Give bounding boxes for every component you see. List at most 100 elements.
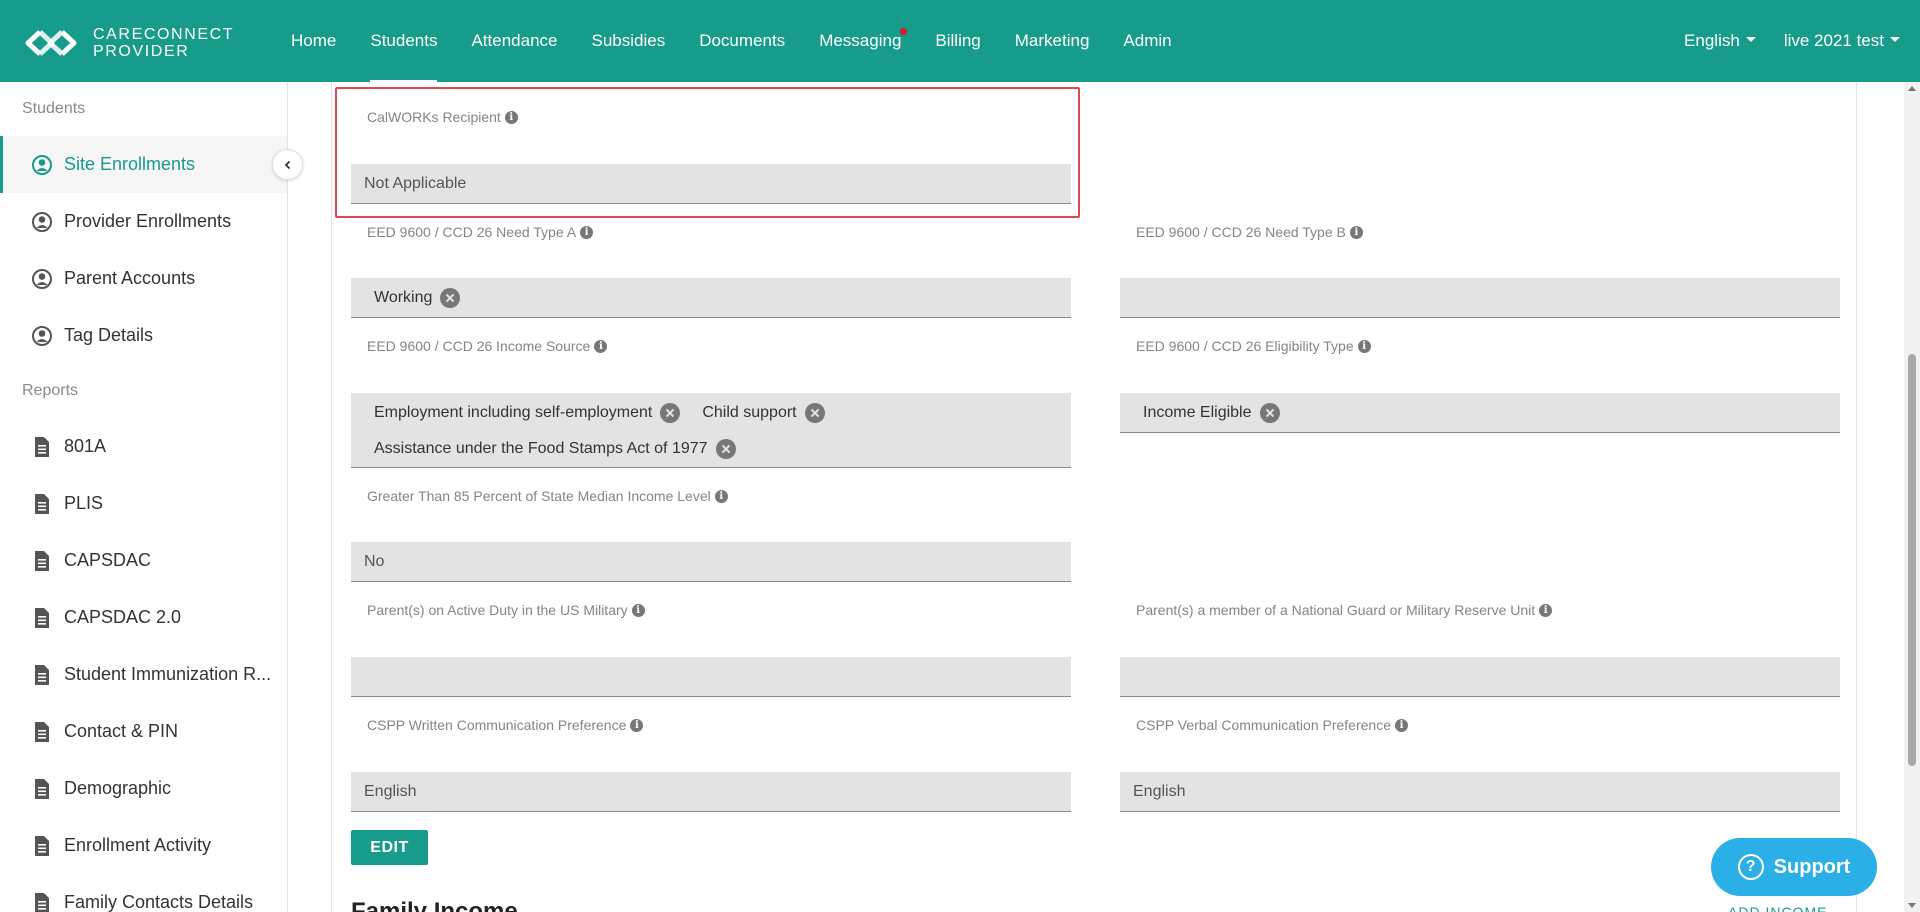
unread-indicator-dot bbox=[900, 28, 908, 35]
info-icon[interactable]: i bbox=[1357, 339, 1371, 353]
info-icon[interactable]: i bbox=[504, 110, 518, 124]
sidebar-item-label: Site Enrollments bbox=[64, 154, 196, 174]
scroll-thumb[interactable] bbox=[1908, 354, 1916, 766]
active-duty-field[interactable] bbox=[351, 657, 1071, 697]
sidebar-item-label: Parent Accounts bbox=[64, 268, 196, 288]
need-type-b-label: EED 9600 / CCD 26 Need Type Bi bbox=[1136, 224, 1363, 240]
language-label: English bbox=[1684, 31, 1740, 50]
document-icon bbox=[35, 664, 49, 685]
scroll-down-arrow-icon[interactable] bbox=[1908, 903, 1916, 908]
document-icon bbox=[35, 550, 49, 571]
caret-down-icon bbox=[1890, 36, 1900, 42]
sidebar-item-label: Student Immunization R... bbox=[64, 664, 272, 684]
remove-chip-icon[interactable] bbox=[715, 439, 736, 459]
sidebar-item-site-enrollments[interactable]: Site Enrollments bbox=[0, 136, 287, 193]
document-icon bbox=[35, 835, 49, 856]
support-button[interactable]: ? Support bbox=[1711, 838, 1877, 896]
chip: Employment including self-employment bbox=[374, 403, 681, 423]
scroll-up-arrow-icon[interactable] bbox=[1908, 86, 1916, 91]
document-icon bbox=[35, 436, 49, 457]
document-icon bbox=[35, 607, 49, 628]
info-icon[interactable]: i bbox=[1394, 718, 1408, 732]
nav-admin[interactable]: Admin bbox=[1106, 0, 1188, 82]
remove-chip-icon[interactable] bbox=[440, 288, 461, 308]
eligibility-type-label: EED 9600 / CCD 26 Eligibility Type i bbox=[1136, 338, 1371, 354]
document-icon bbox=[35, 892, 49, 912]
main-nav: Home Students Attendance Subsidies Docum… bbox=[274, 0, 1189, 82]
nav-marketing[interactable]: Marketing bbox=[998, 0, 1107, 82]
sidebar-item-contact-pin[interactable]: Contact & PIN bbox=[0, 703, 287, 760]
account-dropdown[interactable]: live 2021 test bbox=[1784, 31, 1900, 51]
sidebar-item-label: Tag Details bbox=[64, 325, 154, 345]
smi-field[interactable]: No bbox=[351, 542, 1071, 582]
user-circle-icon bbox=[32, 211, 52, 232]
sidebar-item-label: CAPSDAC bbox=[64, 550, 152, 570]
info-icon[interactable]: i bbox=[1349, 225, 1363, 239]
income-source-label: EED 9600 / CCD 26 Income Source i bbox=[367, 338, 608, 354]
info-icon[interactable]: i bbox=[580, 225, 594, 239]
page-scrollbar[interactable] bbox=[1904, 82, 1920, 912]
sidebar-item-plis[interactable]: PLIS bbox=[0, 475, 287, 532]
sidebar-item-capsdac[interactable]: CAPSDAC bbox=[0, 532, 287, 589]
income-source-field[interactable]: Employment including self-employment Chi… bbox=[351, 393, 1071, 468]
active-duty-label: Parent(s) on Active Duty in the US Milit… bbox=[367, 602, 645, 618]
need-type-a-label: EED 9600 / CCD 26 Need Type Ai bbox=[367, 224, 594, 240]
sidebar-item-label: Demographic bbox=[64, 778, 172, 798]
remove-chip-icon[interactable] bbox=[804, 403, 825, 423]
info-icon[interactable]: i bbox=[714, 489, 728, 503]
document-icon bbox=[35, 721, 49, 742]
sidebar-item-label: Provider Enrollments bbox=[64, 211, 232, 231]
sidebar-item-label: Contact & PIN bbox=[64, 721, 179, 741]
eligibility-type-field[interactable]: Income Eligible bbox=[1120, 393, 1840, 433]
smi-value: No bbox=[364, 552, 385, 570]
verbal-pref-value: English bbox=[1133, 782, 1186, 800]
calworks-label: CalWORKs Recipient i bbox=[367, 109, 518, 125]
verbal-pref-field[interactable]: English bbox=[1120, 772, 1840, 812]
sidebar-item-tag-details[interactable]: Tag Details bbox=[0, 307, 287, 364]
sidebar-item-label: 801A bbox=[64, 436, 107, 456]
nav-messaging[interactable]: Messaging bbox=[802, 0, 918, 82]
national-guard-field[interactable] bbox=[1120, 657, 1840, 697]
sidebar-item-capsdac-2[interactable]: CAPSDAC 2.0 bbox=[0, 589, 287, 646]
written-pref-value: English bbox=[364, 782, 417, 800]
sidebar-item-family-contacts[interactable]: Family Contacts Details bbox=[0, 874, 287, 912]
sidebar-item-provider-enrollments[interactable]: Provider Enrollments bbox=[0, 193, 287, 250]
nav-attendance[interactable]: Attendance bbox=[454, 0, 574, 82]
remove-chip-icon[interactable] bbox=[1259, 403, 1280, 423]
written-pref-field[interactable]: English bbox=[351, 772, 1071, 812]
remove-chip-icon[interactable] bbox=[660, 403, 681, 423]
written-pref-label: CSPP Written Communication Preference i bbox=[367, 717, 644, 733]
add-income-button[interactable]: ADD INCOME bbox=[1728, 904, 1827, 912]
nav-billing[interactable]: Billing bbox=[918, 0, 997, 82]
nav-documents[interactable]: Documents bbox=[682, 0, 802, 82]
need-type-b-field[interactable] bbox=[1120, 278, 1840, 318]
nav-subsidies[interactable]: Subsidies bbox=[574, 0, 682, 82]
sidebar-item-demographic[interactable]: Demographic bbox=[0, 760, 287, 817]
info-icon[interactable]: i bbox=[631, 603, 645, 617]
calworks-field[interactable]: Not Applicable bbox=[351, 164, 1071, 204]
info-icon[interactable]: i bbox=[594, 339, 608, 353]
sidebar-item-801a[interactable]: 801A bbox=[0, 418, 287, 475]
info-icon[interactable]: i bbox=[630, 718, 644, 732]
sidebar-item-student-immunization[interactable]: Student Immunization R... bbox=[0, 646, 287, 703]
collapse-sidebar-button[interactable] bbox=[272, 149, 303, 180]
nav-home[interactable]: Home bbox=[274, 0, 353, 82]
document-icon bbox=[35, 493, 49, 514]
sidebar-item-enrollment-activity[interactable]: Enrollment Activity bbox=[0, 817, 287, 874]
sidebar-item-label: CAPSDAC 2.0 bbox=[64, 607, 182, 627]
support-label: Support bbox=[1773, 855, 1851, 878]
info-icon[interactable]: i bbox=[1539, 603, 1553, 617]
verbal-pref-label: CSPP Verbal Communication Preference i bbox=[1136, 717, 1408, 733]
sidebar-item-parent-accounts[interactable]: Parent Accounts bbox=[0, 250, 287, 307]
chip: Working bbox=[374, 288, 461, 308]
language-dropdown[interactable]: English bbox=[1684, 31, 1756, 51]
family-income-title: Family Income bbox=[351, 898, 518, 912]
need-type-a-field[interactable]: Working bbox=[351, 278, 1071, 318]
brand-logo[interactable]: CARECONNECT PROVIDER bbox=[18, 26, 234, 60]
national-guard-label: Parent(s) a member of a National Guard o… bbox=[1136, 602, 1553, 618]
user-circle-icon bbox=[32, 268, 52, 289]
edit-button[interactable]: EDIT bbox=[351, 830, 428, 865]
nav-students[interactable]: Students bbox=[353, 0, 454, 82]
sidebar-heading-students: Students bbox=[22, 100, 86, 117]
sidebar-item-label: PLIS bbox=[64, 493, 104, 513]
